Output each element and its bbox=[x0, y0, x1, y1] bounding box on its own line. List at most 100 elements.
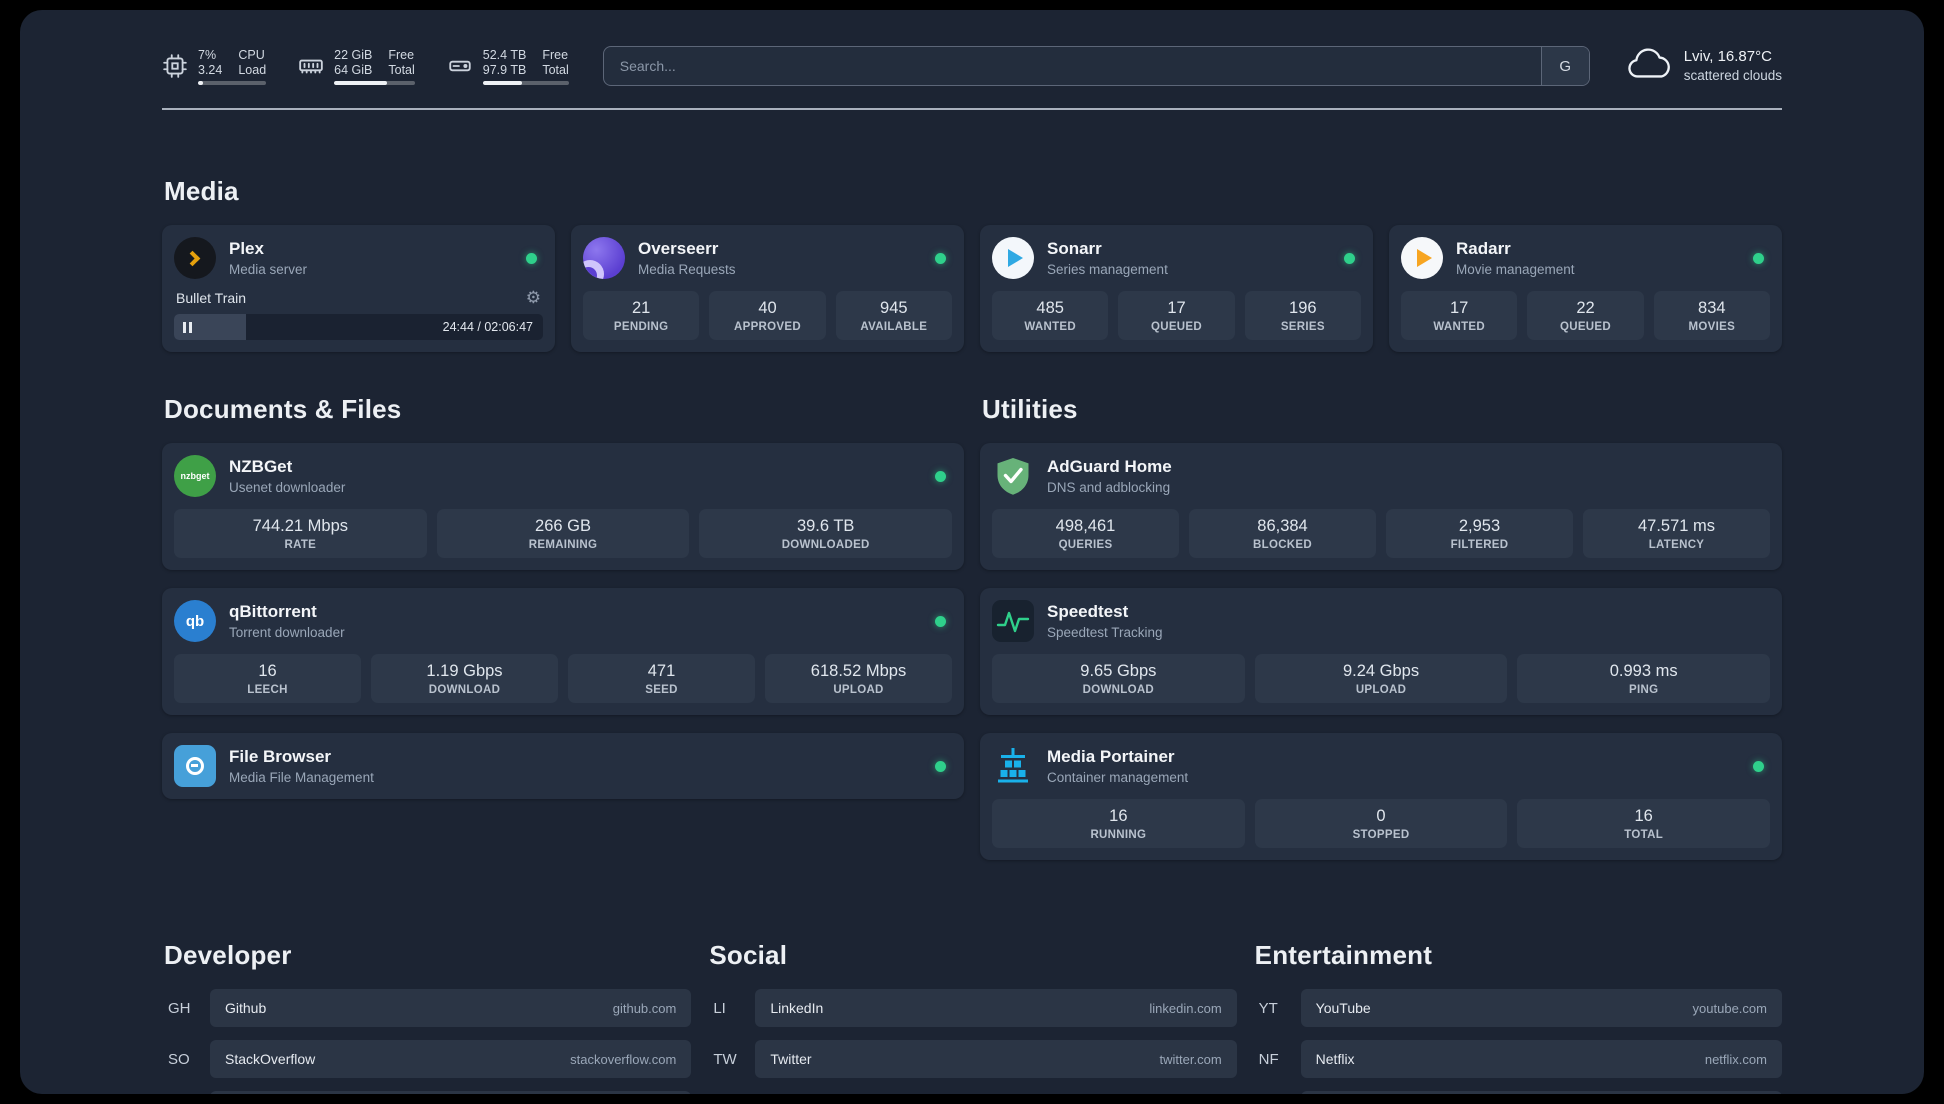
stat-tile: 498,461 QUERIES bbox=[992, 509, 1179, 558]
search-provider-button[interactable]: G bbox=[1540, 47, 1589, 85]
stat-value: 17 bbox=[1449, 299, 1469, 317]
search-bar: G bbox=[602, 46, 1590, 86]
bookmark-name: YouTube bbox=[1315, 1000, 1371, 1016]
stat-value: 17 bbox=[1167, 299, 1186, 317]
stat-tile: 17 QUEUED bbox=[1118, 291, 1235, 340]
stat-tile: 16 RUNNING bbox=[992, 799, 1245, 848]
service-description: Container management bbox=[1047, 769, 1189, 785]
section-media: Media Plex Media server Bullet Train ⚙ 2… bbox=[162, 176, 1782, 352]
stat-value: 9.65 Gbps bbox=[1080, 662, 1157, 680]
stat-label: MOVIES bbox=[1688, 321, 1736, 333]
service-card-nzbget[interactable]: nzbget NZBGet Usenet downloader 744.21 M… bbox=[162, 443, 964, 570]
bookmark-reddit[interactable]: RE Reddit reddit.com bbox=[1253, 1091, 1782, 1094]
bookmark-domain: github.com bbox=[612, 1000, 677, 1016]
disk-label-bottom: Total bbox=[542, 62, 569, 77]
bookmark-domain: stackoverflow.com bbox=[570, 1051, 677, 1067]
service-description: Speedtest Tracking bbox=[1047, 624, 1163, 640]
section-title-utilities: Utilities bbox=[982, 394, 1078, 424]
search-input[interactable] bbox=[603, 47, 1541, 85]
service-name: Sonarr bbox=[1047, 238, 1102, 258]
service-name: qBittorrent bbox=[229, 601, 317, 621]
status-dot bbox=[935, 615, 946, 627]
bookmark-name: Netflix bbox=[1315, 1051, 1355, 1067]
topbar-divider bbox=[162, 108, 1782, 110]
bookmark-dev[interactable]: DT DEV dev.to bbox=[162, 1091, 692, 1094]
service-description: Media File Management bbox=[229, 769, 374, 785]
service-card-speedtest[interactable]: Speedtest Speedtest Tracking 9.65 Gbps D… bbox=[980, 588, 1782, 715]
stat-value: 21 bbox=[631, 299, 651, 317]
stat-value: 498,461 bbox=[1055, 517, 1116, 535]
stat-value: 1.19 Gbps bbox=[426, 662, 503, 680]
service-name: File Browser bbox=[229, 746, 332, 766]
bookmark-linkedin[interactable]: LI LinkedIn linkedin.com bbox=[707, 989, 1237, 1027]
service-card-portainer[interactable]: Media Portainer Container management 16 … bbox=[980, 733, 1782, 860]
stat-value: 744.21 Mbps bbox=[252, 517, 349, 535]
status-dot bbox=[1344, 252, 1355, 264]
bookmark-youtube[interactable]: YT YouTube youtube.com bbox=[1253, 989, 1782, 1027]
service-card-adguard[interactable]: AdGuard Home DNS and adblocking 498,461 … bbox=[980, 443, 1782, 570]
disk-free: 52.4 TB bbox=[482, 47, 527, 62]
pause-icon[interactable] bbox=[183, 321, 192, 333]
disk-bar bbox=[482, 80, 569, 85]
playback-progress-bar[interactable]: 24:44 / 02:06:47 bbox=[174, 314, 543, 340]
memory-icon bbox=[298, 53, 324, 79]
section-utilities: Utilities AdGuard Home DNS and adblockin… bbox=[980, 394, 1782, 878]
playback-time: 24:44 / 02:06:47 bbox=[442, 320, 533, 334]
stat-value: 22 bbox=[1576, 299, 1595, 317]
bookmark-name: LinkedIn bbox=[770, 1000, 824, 1016]
cpu-label-top: CPU bbox=[238, 47, 265, 62]
gear-icon[interactable]: ⚙ bbox=[526, 289, 541, 306]
weather-widget: Lviv, 16.87°C scattered clouds bbox=[1626, 47, 1782, 86]
service-description: Movie management bbox=[1456, 261, 1575, 277]
bookmark-abbr: YT bbox=[1258, 999, 1278, 1017]
stat-tile: 9.65 Gbps DOWNLOAD bbox=[992, 654, 1245, 703]
service-description: Usenet downloader bbox=[229, 479, 346, 495]
stat-value: 2,953 bbox=[1458, 517, 1501, 535]
stat-value: 0 bbox=[1376, 807, 1386, 825]
service-card-radarr[interactable]: Radarr Movie management 17 WANTED 22 QUE… bbox=[1389, 225, 1782, 352]
bookmark-group-developer: Developer GH Github github.com SO StackO… bbox=[162, 940, 692, 1094]
bookmark-twitter[interactable]: TW Twitter twitter.com bbox=[707, 1040, 1237, 1078]
service-card-plex[interactable]: Plex Media server Bullet Train ⚙ 24:44 /… bbox=[162, 225, 555, 352]
disk-widget: 52.4 TB Free 97.9 TB Total bbox=[447, 48, 569, 85]
stat-label: FILTERED bbox=[1450, 539, 1509, 551]
service-card-qbittorrent[interactable]: qb qBittorrent Torrent downloader 16 LEE… bbox=[162, 588, 964, 715]
stat-value: 196 bbox=[1289, 299, 1317, 317]
status-dot bbox=[526, 252, 537, 264]
stat-value: 618.52 Mbps bbox=[810, 662, 907, 680]
stat-tile: 0.993 ms PING bbox=[1517, 654, 1771, 703]
weather-location: Lviv, 16.87°C bbox=[1683, 47, 1772, 65]
service-card-sonarr[interactable]: Sonarr Series management 485 WANTED 17 Q… bbox=[980, 225, 1373, 352]
bookmark-github[interactable]: GH Github github.com bbox=[162, 989, 692, 1027]
service-description: Series management bbox=[1047, 261, 1168, 277]
stat-tile: 39.6 TB DOWNLOADED bbox=[699, 509, 953, 558]
section-title-documents: Documents & Files bbox=[164, 394, 402, 424]
service-name: Overseerr bbox=[638, 238, 719, 258]
stat-label: QUERIES bbox=[1058, 539, 1113, 551]
stat-label: UPLOAD bbox=[1355, 684, 1407, 696]
bookmark-domain: twitter.com bbox=[1159, 1051, 1222, 1067]
stat-value: 471 bbox=[647, 662, 676, 680]
stat-label: PING bbox=[1629, 684, 1659, 696]
stat-label: TOTAL bbox=[1624, 829, 1664, 841]
cpu-icon bbox=[162, 53, 188, 79]
cpu-bar bbox=[198, 80, 267, 85]
memory-widget: 22 GiB Free 64 GiB Total bbox=[298, 48, 415, 85]
bookmark-netflix[interactable]: NF Netflix netflix.com bbox=[1253, 1040, 1782, 1078]
stat-value: 16 bbox=[258, 662, 277, 680]
service-card-filebrowser[interactable]: File Browser Media File Management bbox=[162, 733, 964, 799]
cpu-load: 3.24 bbox=[198, 62, 223, 77]
status-dot bbox=[935, 252, 946, 264]
stat-label: QUEUED bbox=[1150, 321, 1202, 333]
section-title-social: Social bbox=[709, 940, 788, 970]
stat-tile: 16 TOTAL bbox=[1517, 799, 1771, 848]
bookmark-domain: linkedin.com bbox=[1149, 1000, 1222, 1016]
stat-value: 47.571 ms bbox=[1637, 517, 1716, 535]
stat-tile: 1.19 Gbps DOWNLOAD bbox=[371, 654, 558, 703]
stat-label: RATE bbox=[284, 539, 317, 551]
bookmark-stackoverflow[interactable]: SO StackOverflow stackoverflow.com bbox=[162, 1040, 692, 1078]
service-card-overseerr[interactable]: Overseerr Media Requests 21 PENDING 40 A… bbox=[571, 225, 964, 352]
status-dot bbox=[935, 760, 946, 772]
resource-widgets: 7% CPU 3.24 Load 22 GiB Free 64 GiB Tota… bbox=[162, 48, 569, 85]
stat-tile: 834 MOVIES bbox=[1653, 291, 1770, 340]
